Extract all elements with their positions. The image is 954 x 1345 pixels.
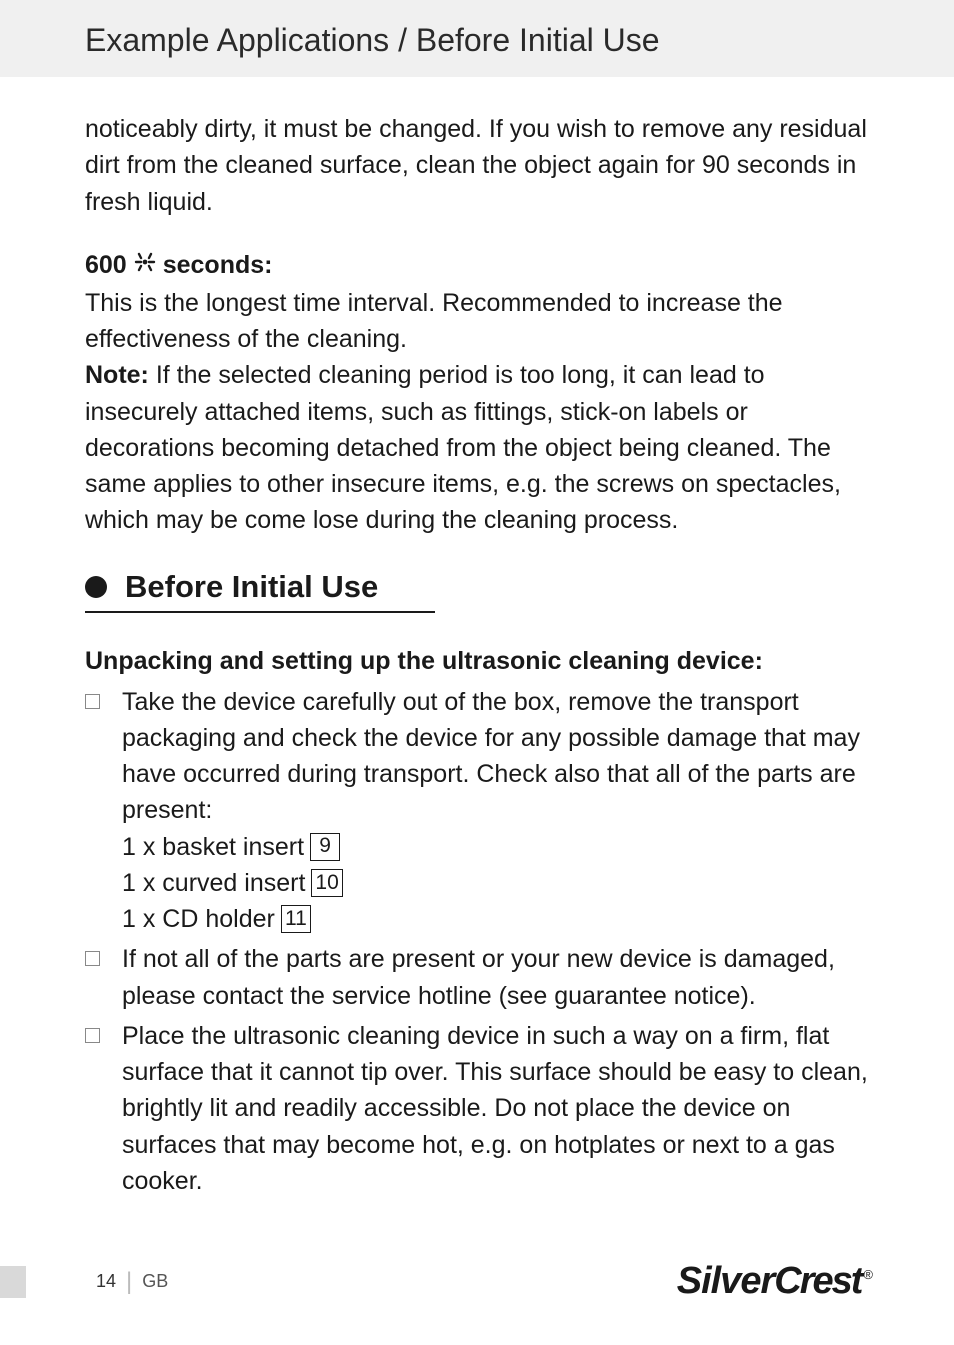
page-header: Example Applications / Before Initial Us… (0, 0, 954, 77)
region-code: GB (142, 1271, 168, 1292)
note-paragraph: Note: If the selected cleaning period is… (85, 357, 872, 538)
brand-word-b: Crest (774, 1260, 861, 1302)
page-number: 14 (96, 1271, 116, 1292)
part-label: 1 x CD holder (122, 901, 275, 937)
checkbox-icon (85, 1028, 100, 1043)
list-item: If not all of the parts are present or y… (85, 941, 872, 1014)
footer-left: 14 | GB (0, 1266, 168, 1298)
brand-logo: SilverCrest® (677, 1260, 872, 1303)
timer-600-heading: 600 seconds: (85, 250, 872, 281)
timer-600-suffix: seconds: (163, 251, 273, 280)
step-text: Place the ultrasonic cleaning device in … (122, 1022, 868, 1195)
part-line: 1 x basket insert 9 (122, 829, 872, 865)
checkbox-icon (85, 694, 100, 709)
section-rule (85, 611, 435, 613)
brand-word-a: Silver (677, 1260, 775, 1302)
part-label: 1 x curved insert (122, 865, 305, 901)
ref-number-box: 10 (311, 869, 342, 897)
registered-mark: ® (863, 1267, 872, 1282)
edge-tab (0, 1266, 26, 1298)
separator: | (126, 1268, 132, 1296)
intro-continuation: noticeably dirty, it must be changed. If… (85, 111, 872, 220)
header-title: Example Applications / Before Initial Us… (85, 22, 660, 58)
bullet-icon (85, 576, 107, 598)
vibration-icon (133, 250, 157, 281)
ref-number-box: 9 (310, 833, 340, 861)
timer-600-desc: This is the longest time interval. Recom… (85, 285, 872, 358)
step-text: Take the device carefully out of the box… (122, 688, 860, 825)
page-footer: 14 | GB SilverCrest® (0, 1260, 954, 1303)
section-heading-row: Before Initial Use (85, 569, 872, 605)
note-label: Note: (85, 361, 149, 389)
ref-number-box: 11 (281, 905, 311, 933)
note-text: If the selected cleaning period is too l… (85, 361, 841, 534)
checkbox-icon (85, 951, 100, 966)
page-content: noticeably dirty, it must be changed. If… (0, 77, 954, 1199)
list-item: Place the ultrasonic cleaning device in … (85, 1018, 872, 1199)
part-label: 1 x basket insert (122, 829, 304, 865)
unpacking-subhead: Unpacking and setting up the ultrasonic … (85, 647, 872, 676)
list-item: Take the device carefully out of the box… (85, 684, 872, 938)
part-line: 1 x curved insert 10 (122, 865, 872, 901)
step-text: If not all of the parts are present or y… (122, 945, 835, 1009)
timer-600-prefix: 600 (85, 251, 127, 280)
steps-list: Take the device carefully out of the box… (85, 684, 872, 1200)
page-indicator: 14 | GB (96, 1268, 168, 1296)
part-line: 1 x CD holder 11 (122, 901, 872, 937)
section-title: Before Initial Use (125, 569, 378, 605)
